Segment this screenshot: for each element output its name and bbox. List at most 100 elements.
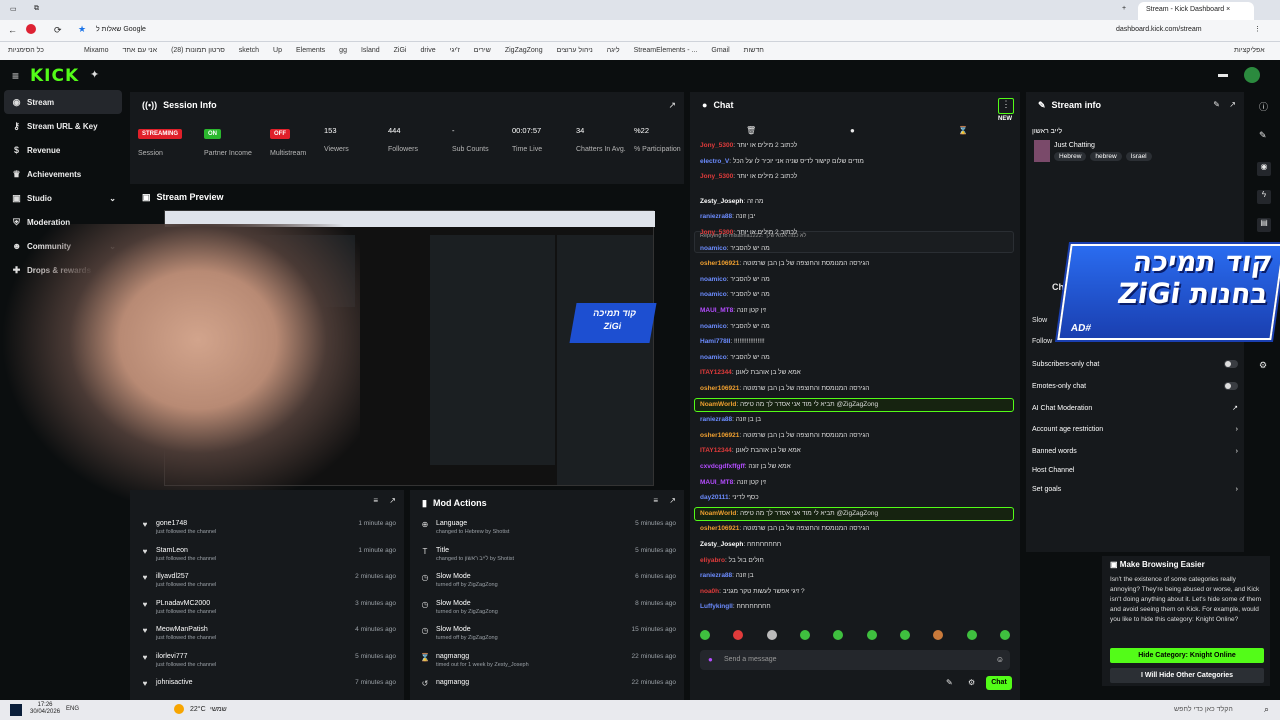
apps-bookmark[interactable]: אפליקציות xyxy=(1234,47,1265,54)
kick-logo[interactable]: KICK xyxy=(30,66,79,86)
toggle-switch[interactable] xyxy=(1224,360,1238,368)
chat-username[interactable]: Jony_5300 xyxy=(700,229,733,236)
settings-icon[interactable]: ⚙ xyxy=(1259,360,1267,371)
bookmark-item[interactable]: ז'יגי xyxy=(450,47,460,54)
bookmark-item[interactable]: Elements xyxy=(296,47,325,54)
chat-setting-row[interactable]: Emotes-only chat xyxy=(1032,382,1238,390)
display-icon[interactable]: ▬ xyxy=(1218,69,1228,80)
bookmark-item[interactable]: ZiGi xyxy=(394,47,407,54)
menu-icon[interactable]: ≡ xyxy=(12,69,19,83)
chat-setting-row[interactable]: Account age restriction › xyxy=(1032,426,1238,433)
gear-icon[interactable]: ⚙ xyxy=(968,678,975,687)
chevron-right-icon[interactable]: › xyxy=(1236,426,1238,433)
chat-username[interactable]: Zesty_Joseph xyxy=(700,541,743,548)
emote-icon[interactable] xyxy=(966,630,977,640)
close-icon[interactable]: × xyxy=(1226,6,1230,13)
document-icon[interactable]: ▤ xyxy=(1257,218,1271,232)
chat-username[interactable]: Hami778II xyxy=(700,338,730,345)
bookmark-item[interactable]: ליגה xyxy=(607,47,620,54)
weather-temp[interactable]: 22°C xyxy=(190,706,206,713)
bookmark-item[interactable]: Gmail xyxy=(711,47,729,54)
stream-tag[interactable]: Hebrew xyxy=(1054,152,1087,161)
bookmark-item[interactable]: Island xyxy=(361,47,380,54)
pencil-icon[interactable]: ✎ xyxy=(1259,130,1267,141)
filter-icon[interactable]: ≡ xyxy=(373,496,378,505)
sidebar-item-revenue[interactable]: $ Revenue xyxy=(0,138,126,162)
chevron-right-icon[interactable]: › xyxy=(1236,448,1238,455)
hide-other-categories-button[interactable]: I Will Hide Other Categories xyxy=(1110,668,1264,683)
toggle-switch[interactable] xyxy=(1224,382,1238,390)
lightning-icon[interactable]: ϟ xyxy=(1257,190,1271,204)
emoji-icon[interactable]: ☺ xyxy=(996,655,1004,664)
bookmark-item[interactable]: (28) סרטון תמונות xyxy=(171,47,225,54)
new-tab-icon[interactable]: + xyxy=(1122,5,1126,12)
chat-setting-row[interactable]: Set goals › xyxy=(1032,486,1238,493)
chat-username[interactable]: Zesty_Joseph xyxy=(700,198,743,205)
chat-username[interactable]: ITAY12344 xyxy=(700,369,732,376)
popout-icon[interactable]: ↗ xyxy=(669,496,676,505)
emote-icon[interactable] xyxy=(799,630,810,640)
webcam-icon[interactable]: ◉ xyxy=(1257,162,1271,176)
avatar[interactable] xyxy=(1244,67,1260,83)
chat-username[interactable]: noamico xyxy=(700,291,727,298)
chat-username[interactable]: osher106921 xyxy=(700,260,739,267)
chat-username[interactable]: eliyabro xyxy=(700,557,725,564)
emote-icon[interactable] xyxy=(999,630,1010,640)
bookmark-item[interactable]: StreamElements - ... xyxy=(634,47,698,54)
reload-icon[interactable]: ⟳ xyxy=(54,25,62,36)
chat-input[interactable]: ● Send a message ☺ xyxy=(700,650,1010,670)
bookmark-item[interactable]: gg xyxy=(339,47,347,54)
chat-username[interactable]: cxvdcgdfxffgff xyxy=(700,463,745,470)
chat-setting-row[interactable]: AI Chat Moderation ↗ xyxy=(1032,404,1238,413)
bookmark-item[interactable]: sketch xyxy=(239,47,259,54)
tab-kick-dashboard[interactable]: Stream - Kick Dashboard × xyxy=(1138,2,1254,20)
external-link-icon[interactable]: ↗ xyxy=(1232,404,1238,412)
chat-username[interactable]: Jony_5300 xyxy=(700,173,733,180)
activity-user[interactable]: gone1748 xyxy=(156,520,216,527)
google-tab-label[interactable]: שאלות ל Google xyxy=(96,26,146,33)
chat-username[interactable]: noamico xyxy=(700,245,727,252)
activity-user[interactable]: StamLeon xyxy=(156,547,216,554)
sidebar-item-stream[interactable]: ◉ Stream xyxy=(4,90,122,114)
chat-username[interactable]: Luffykingll xyxy=(700,603,733,610)
activity-user[interactable]: ilorlevi777 xyxy=(156,653,216,660)
activity-user[interactable]: johnisactive xyxy=(156,679,193,686)
bookmark-item[interactable]: אני עם אחד xyxy=(123,47,158,54)
pin-icon[interactable]: ✦ xyxy=(90,68,99,81)
language-indicator[interactable]: ENG xyxy=(66,706,79,712)
chat-username[interactable]: osher106921 xyxy=(700,385,739,392)
all-bookmarks[interactable]: כל הסימניות xyxy=(8,47,44,54)
bookmark-item[interactable]: Up xyxy=(273,47,282,54)
sidebar-item-studio[interactable]: ▣ Studio ⌄ xyxy=(0,186,126,210)
bookmark-item[interactable]: חדשות xyxy=(744,47,764,54)
activity-user[interactable]: illyavdl257 xyxy=(156,573,216,580)
stream-tag[interactable]: Israel xyxy=(1125,152,1152,161)
emote-icon[interactable] xyxy=(899,630,910,640)
tab-search-icon[interactable]: ⧉ xyxy=(34,5,39,13)
chevron-down-icon[interactable]: ⌄ xyxy=(109,194,116,203)
extensions-icon[interactable]: ⋮ xyxy=(1254,25,1261,33)
chat-username[interactable]: MAUI_MT8 xyxy=(700,479,733,486)
chat-username[interactable]: ITAY12344 xyxy=(700,447,732,454)
chat-icon[interactable]: ● xyxy=(850,126,855,135)
window-menu-icon[interactable]: ▭ xyxy=(10,5,17,13)
bookmark-item[interactable]: ניהול ערוצים xyxy=(557,47,593,54)
chat-username[interactable]: Jony_5300 xyxy=(700,142,733,149)
search-icon[interactable]: ⌕ xyxy=(1264,704,1269,715)
record-icon[interactable] xyxy=(26,24,36,34)
popout-icon[interactable]: ↗ xyxy=(668,100,676,111)
popout-icon[interactable]: ↗ xyxy=(389,496,396,505)
emote-icon[interactable] xyxy=(933,630,944,640)
chat-setting-row[interactable]: Host Channel xyxy=(1032,467,1238,474)
chat-setting-row[interactable]: Banned words › xyxy=(1032,448,1238,455)
chat-username[interactable]: osher106921 xyxy=(700,525,739,532)
chat-username[interactable]: NoamWorld xyxy=(700,401,736,408)
activity-user[interactable]: PLnadavMC2000 xyxy=(156,600,216,607)
chat-username[interactable]: noa0h xyxy=(700,588,719,595)
chat-username[interactable]: osher106921 xyxy=(700,432,739,439)
emote-icon[interactable] xyxy=(733,630,744,640)
chat-username[interactable]: raniezra88 xyxy=(700,416,732,423)
chat-username[interactable]: raniezra88 xyxy=(700,213,732,220)
chat-username[interactable]: noamico xyxy=(700,323,727,330)
hide-category-button[interactable]: Hide Category: Knight Online xyxy=(1110,648,1264,663)
